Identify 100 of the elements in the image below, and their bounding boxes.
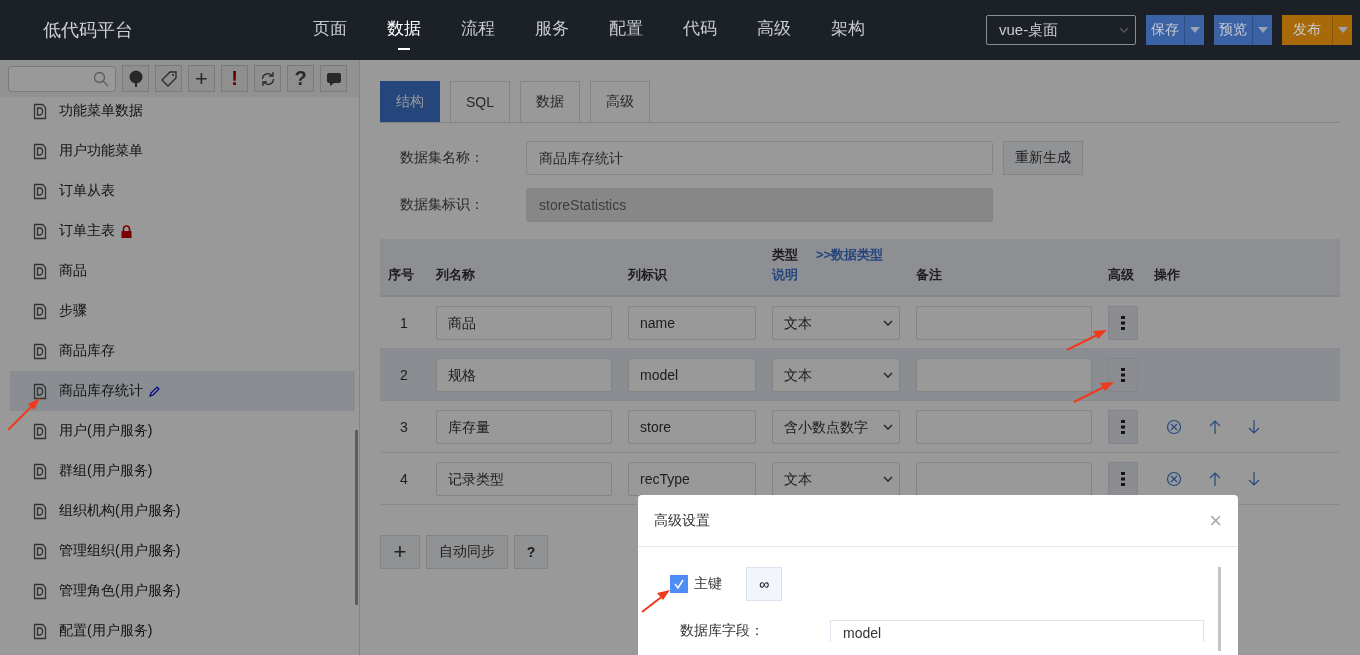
sidebar-item[interactable]: 步骤 — [10, 291, 355, 331]
checkbox-label: 主键 — [694, 575, 722, 593]
table-row[interactable]: 3 库存量 store 含小数点数字 — [380, 401, 1340, 453]
sidebar-item[interactable]: 管理组织(用户服务) — [10, 531, 355, 571]
row-number: 4 — [399, 470, 409, 487]
tree-button[interactable] — [122, 65, 149, 92]
note-field[interactable] — [916, 461, 1092, 496]
sidebar-item[interactable]: 订单主表 — [10, 211, 355, 251]
nav-item[interactable]: 页面 — [313, 10, 347, 50]
type-select[interactable]: 文本 — [772, 305, 900, 340]
column-name-field[interactable]: 规格 — [436, 357, 612, 392]
document-icon — [33, 102, 47, 120]
table-row[interactable]: 2 规格 model 文本 — [380, 349, 1340, 401]
database-field-input[interactable]: model — [830, 620, 1204, 642]
column-header: 列标识 — [627, 266, 668, 284]
dropdown-button[interactable] — [1332, 15, 1352, 45]
tab[interactable]: 数据 — [520, 81, 580, 122]
column-key-field[interactable]: store — [628, 409, 756, 444]
arrow-down-icon[interactable] — [1248, 470, 1260, 487]
more-button[interactable] — [1108, 409, 1138, 444]
nav-item[interactable]: 代码 — [683, 10, 717, 50]
tab[interactable]: SQL — [450, 81, 510, 122]
sidebar-item[interactable]: 用户功能菜单 — [10, 131, 355, 171]
arrow-up-icon[interactable] — [1209, 418, 1221, 435]
column-name-field[interactable]: 库存量 — [436, 409, 612, 444]
chat-button[interactable] — [320, 65, 347, 92]
type-select[interactable]: 含小数点数字 — [772, 409, 900, 444]
refresh-button[interactable] — [254, 65, 281, 92]
note-field[interactable] — [916, 305, 1092, 340]
column-header: 高级 — [1107, 266, 1135, 284]
help-button[interactable]: ? — [287, 65, 314, 92]
note-field[interactable] — [916, 357, 1092, 392]
name-field[interactable]: 商品库存统计 — [526, 141, 993, 175]
column-header: 列名称 — [435, 266, 476, 284]
more-icon — [1121, 419, 1125, 434]
arrow-down-icon[interactable] — [1248, 418, 1260, 435]
type-select[interactable]: 文本 — [772, 357, 900, 392]
target-select[interactable]: vue-桌面 — [986, 15, 1136, 45]
sidebar-item[interactable]: 群组(用户服务) — [10, 451, 355, 491]
item-label: 配置(用户服务) — [59, 622, 153, 640]
more-button[interactable] — [1108, 461, 1138, 496]
sidebar-item[interactable]: 商品 — [10, 251, 355, 291]
sidebar-item[interactable]: 管理角色(用户服务) — [10, 571, 355, 611]
tab[interactable]: 结构 — [380, 81, 440, 122]
checkbox[interactable] — [670, 575, 688, 593]
check-icon — [673, 578, 685, 590]
alert-button[interactable]: ! — [221, 65, 248, 92]
dropdown-button[interactable] — [1252, 15, 1272, 45]
column-key-field[interactable]: recType — [628, 461, 756, 496]
item-label: 功能菜单数据 — [59, 102, 143, 120]
tag-button[interactable] — [155, 65, 182, 92]
nav-item[interactable]: 服务 — [535, 10, 569, 50]
delete-icon[interactable] — [1166, 470, 1182, 487]
document-icon — [33, 142, 47, 160]
more-button[interactable] — [1108, 305, 1138, 340]
action-button[interactable]: 保存 — [1146, 15, 1184, 45]
sidebar-item[interactable]: 功能菜单数据 — [10, 91, 355, 131]
add-button[interactable]: + — [188, 65, 215, 92]
item-label: 管理组织(用户服务) — [59, 542, 181, 560]
document-icon — [33, 422, 47, 440]
help-button[interactable]: ? — [514, 535, 548, 569]
column-key-field[interactable]: name — [628, 305, 756, 340]
type-select[interactable]: 文本 — [772, 461, 900, 496]
delete-icon[interactable] — [1166, 418, 1182, 435]
annotation-arrow — [1072, 380, 1116, 404]
action-button[interactable]: 预览 — [1214, 15, 1252, 45]
sidebar-item[interactable]: 组织机构(用户服务) — [10, 491, 355, 531]
document-icon — [33, 182, 47, 200]
document-icon — [33, 462, 47, 480]
item-label: 商品库存统计 — [59, 382, 143, 400]
link-button[interactable]: ∞ — [746, 567, 782, 601]
sidebar-item[interactable]: 配置(用户服务) — [10, 611, 355, 651]
tab[interactable]: 高级 — [590, 81, 650, 122]
nav-item[interactable]: 架构 — [831, 10, 865, 50]
sidebar-item[interactable]: 用户(用户服务) — [10, 411, 355, 451]
regenerate-button[interactable]: 重新生成 — [1003, 141, 1083, 175]
field-label: 数据集名称： — [399, 149, 485, 167]
item-label: 组织机构(用户服务) — [59, 502, 181, 520]
chevron-icon — [883, 423, 893, 430]
column-name-field[interactable]: 记录类型 — [436, 461, 612, 496]
document-icon — [33, 382, 47, 400]
search-field[interactable] — [8, 65, 116, 92]
sidebar-item[interactable]: 商品库存统计 — [10, 371, 355, 411]
sidebar-item[interactable]: 订单从表 — [10, 171, 355, 211]
nav-item[interactable]: 配置 — [609, 10, 643, 50]
nav-item[interactable]: 流程 — [461, 10, 495, 50]
caret-icon — [1189, 27, 1200, 33]
dropdown-button[interactable] — [1184, 15, 1204, 45]
column-header: 操作 — [1153, 266, 1181, 284]
arrow-up-icon[interactable] — [1209, 470, 1221, 487]
auto-sync-button[interactable]: 自动同步 — [426, 535, 508, 569]
column-key-field[interactable]: model — [628, 357, 756, 392]
nav-item[interactable]: 高级 — [757, 10, 791, 50]
field-label: 数据集标识： — [399, 196, 485, 214]
table-row[interactable]: 1 商品 name 文本 — [380, 297, 1340, 349]
add-button[interactable]: + — [380, 535, 420, 569]
sidebar-item[interactable]: 商品库存 — [10, 331, 355, 371]
caret-icon — [1257, 27, 1268, 33]
scrollbar[interactable] — [1218, 567, 1221, 651]
column-name-field[interactable]: 商品 — [436, 305, 612, 340]
